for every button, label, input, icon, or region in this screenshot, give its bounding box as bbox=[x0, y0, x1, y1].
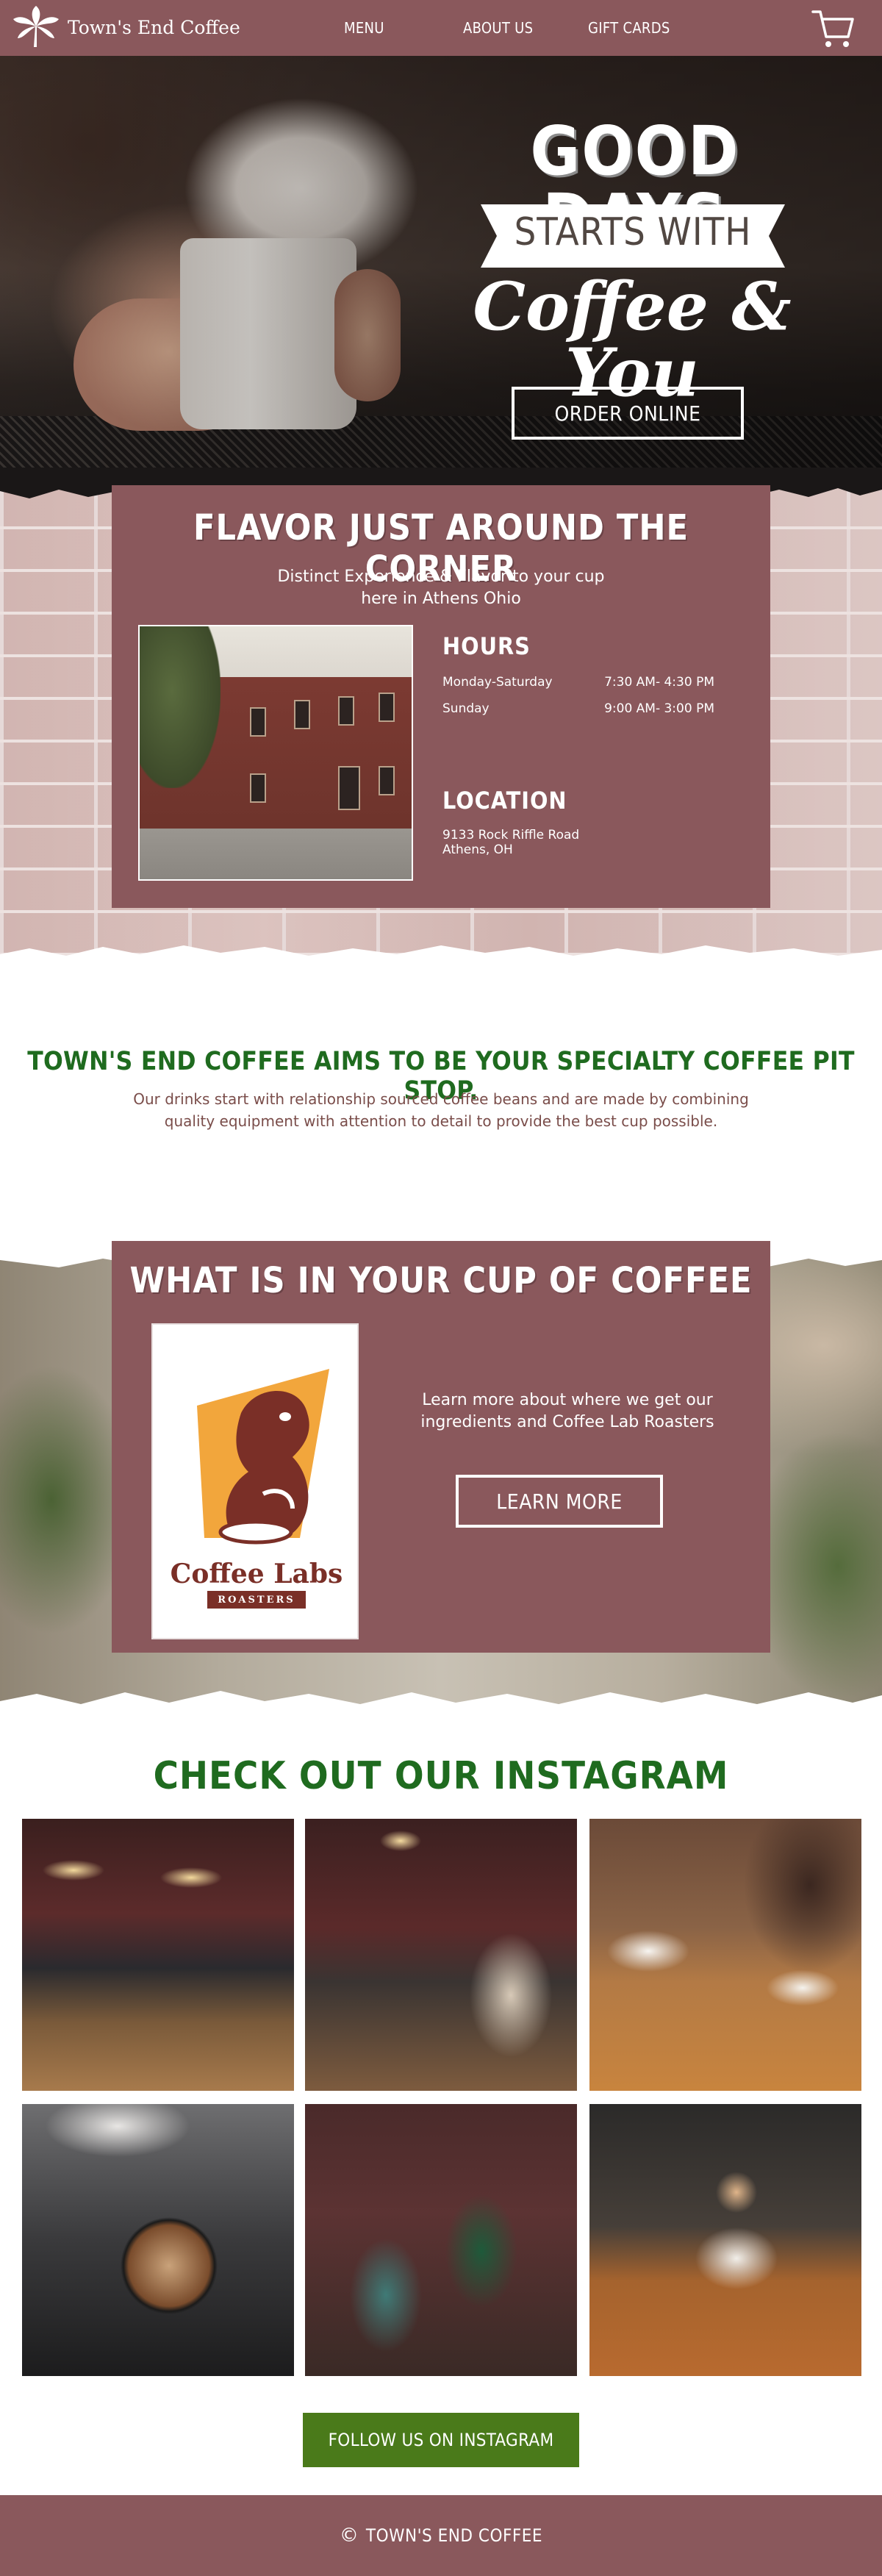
hero-script-text: Coffee & You bbox=[473, 268, 792, 412]
learn-more-button[interactable]: LEARN MORE bbox=[456, 1475, 663, 1528]
info-subtitle: Distinct Experience & Flavor to your cup… bbox=[259, 566, 623, 610]
nav-menu[interactable]: MENU bbox=[344, 19, 384, 37]
footer-text: TOWN'S END COFFEE bbox=[365, 2525, 543, 2546]
cup-description: Learn more about where we get our ingred… bbox=[406, 1389, 729, 1434]
building-window bbox=[250, 773, 266, 803]
copyright-icon: © bbox=[339, 2525, 359, 2547]
brand-name: Town's End Coffee bbox=[68, 16, 240, 38]
hours-days: Monday-Saturday bbox=[442, 675, 553, 690]
instagram-photo-latte-art[interactable] bbox=[22, 2104, 294, 2376]
footer: © TOWN'S END COFFEE bbox=[0, 2495, 882, 2576]
building-window bbox=[379, 693, 395, 722]
coffee-labs-logo: Coffee Labs ROASTERS bbox=[151, 1323, 359, 1639]
hero-subheading: STARTS WITH bbox=[514, 210, 752, 254]
top-nav: Town's End Coffee MENU ABOUT US GIFT CAR… bbox=[0, 0, 882, 56]
nav-gift-cards[interactable]: GIFT CARDS bbox=[588, 19, 670, 37]
instagram-photo-staff[interactable] bbox=[589, 2104, 861, 2376]
coffee-source-card: WHAT IS IN YOUR CUP OF COFFEE Coffee Lab… bbox=[112, 1241, 770, 1653]
mission-body: Our drinks start with relationship sourc… bbox=[133, 1090, 749, 1130]
hours-time: 9:00 AM- 3:00 PM bbox=[604, 701, 714, 716]
address-line: 9133 Rock Riffle Road bbox=[442, 828, 580, 842]
follow-instagram-button[interactable]: FOLLOW US ON INSTAGRAM bbox=[303, 2413, 579, 2467]
address-line: Athens, OH bbox=[442, 842, 513, 857]
coffee-flower-logo-icon bbox=[13, 6, 59, 47]
torn-edge-bottom bbox=[0, 945, 882, 976]
instagram-heading: CHECK OUT OUR INSTAGRAM bbox=[153, 1754, 729, 1798]
instagram-photo-barista[interactable] bbox=[305, 1819, 577, 2091]
building-tree bbox=[140, 626, 220, 788]
building-window bbox=[338, 766, 360, 810]
hours-heading: HOURS bbox=[442, 632, 531, 660]
hours-days: Sunday bbox=[442, 701, 490, 716]
cart-icon[interactable] bbox=[810, 6, 857, 51]
instagram-photo-coffee-cups[interactable] bbox=[589, 1819, 861, 2091]
nav-about-us[interactable]: ABOUT US bbox=[463, 19, 533, 37]
brand[interactable]: Town's End Coffee bbox=[10, 4, 240, 50]
order-online-button[interactable]: ORDER ONLINE bbox=[512, 387, 744, 440]
info-subtitle-line2: here in Athens Ohio bbox=[361, 590, 521, 608]
cup-description-line1: Learn more about where we get our bbox=[422, 1391, 713, 1409]
info-card: FLAVOR JUST AROUND THE CORNER Distinct E… bbox=[112, 485, 770, 908]
hours-row: Monday-Saturday 7:30 AM- 4:30 PM bbox=[442, 675, 714, 690]
cup-title: WHAT IS IN YOUR CUP OF COFFEE bbox=[129, 1260, 753, 1301]
building-photo bbox=[138, 625, 413, 881]
instagram-photo-cafe-counter[interactable] bbox=[22, 1819, 294, 2091]
page: Town's End Coffee MENU ABOUT US GIFT CAR… bbox=[0, 0, 882, 2576]
hours-row: Sunday 9:00 AM- 3:00 PM bbox=[442, 701, 714, 716]
building-window bbox=[338, 696, 354, 726]
info-subtitle-line1: Distinct Experience & Flavor to your cup bbox=[277, 568, 605, 586]
coffee-labs-roasters: ROASTERS bbox=[207, 1591, 306, 1609]
building-window bbox=[294, 700, 310, 729]
building-window bbox=[250, 707, 266, 737]
building-window bbox=[379, 766, 395, 795]
torn-edge-bottom bbox=[0, 1691, 882, 1728]
dog-mascot-icon bbox=[197, 1369, 329, 1545]
coffee-labs-name: Coffee Labs bbox=[170, 1559, 343, 1589]
location-heading: LOCATION bbox=[442, 787, 567, 815]
hours-time: 7:30 AM- 4:30 PM bbox=[604, 675, 714, 690]
cup-description-line2: ingredients and Coffee Lab Roasters bbox=[420, 1413, 714, 1431]
instagram-photo-customers[interactable] bbox=[305, 2104, 577, 2376]
